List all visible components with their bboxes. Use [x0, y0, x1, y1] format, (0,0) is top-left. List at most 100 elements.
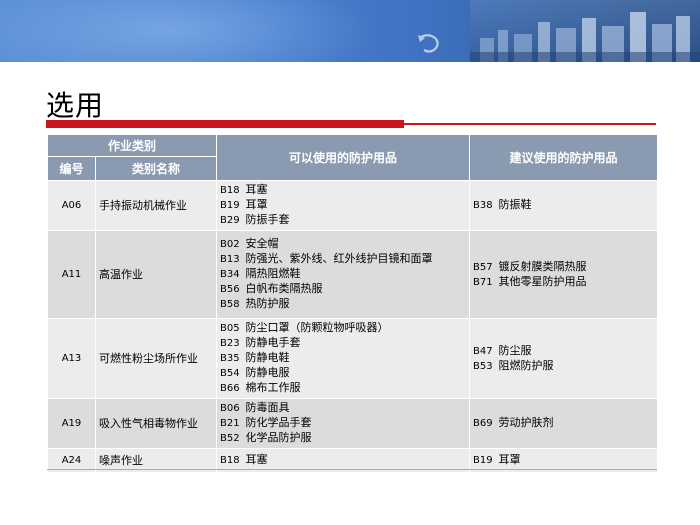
row-category-name: 手持振动机械作业	[94, 180, 218, 231]
header-job-category: 作业类别	[46, 134, 218, 157]
item-code: B29	[220, 215, 240, 226]
item-label: 防强光、紫外线、红外线护目镜和面罩	[245, 252, 433, 265]
row-category-name: 高温作业	[94, 230, 218, 319]
header-suggested: 建议使用的防护用品	[469, 134, 659, 181]
item-label: 防振鞋	[498, 198, 532, 211]
item-code: B52	[220, 433, 240, 444]
item-code: B13	[220, 254, 240, 265]
item-code: B53	[473, 360, 493, 372]
row-usable-items: B05 防尘口罩（防颗粒物呼吸器） B23 防静电手套 B35 防静电鞋 B54 防静…	[216, 318, 471, 399]
usable-item: B23 防静电手套	[220, 336, 466, 351]
header-code: 编号	[47, 156, 96, 181]
banner-glow	[0, 0, 380, 62]
item-code: B58	[220, 299, 240, 310]
item-label: 其他零星防护用品	[498, 274, 587, 288]
table-row: A13 可燃性粉尘场所作业 B05 防尘口罩（防颗粒物呼吸器） B23 防静电手套 B3…	[47, 318, 659, 399]
usable-item: B13 防强光、紫外线、红外线护目镜和面罩	[220, 252, 466, 267]
item-label: 镀反射膜类隔热服	[498, 259, 587, 273]
header-category-name: 类别名称	[94, 156, 218, 181]
row-code: A19	[47, 398, 96, 449]
item-code: B71	[473, 276, 493, 288]
usable-item: B18 耳塞	[220, 183, 466, 198]
item-code: B47	[473, 345, 493, 357]
item-code: B23	[220, 338, 240, 349]
item-label: 耳塞	[245, 453, 268, 466]
item-code: B19	[473, 455, 493, 466]
usable-item: B29 防振手套	[220, 213, 466, 228]
item-label: 阻燃防护服	[498, 358, 554, 372]
usable-item: B05 防尘口罩（防颗粒物呼吸器）	[220, 321, 466, 336]
city-skyline-image	[470, 0, 700, 62]
item-label: 防尘口罩（防颗粒物呼吸器）	[245, 321, 389, 334]
item-label: 棉布工作服	[245, 381, 301, 394]
suggested-item: B57 镀反射膜类隔热服	[473, 260, 654, 275]
suggested-item: B38 防振鞋	[473, 198, 654, 213]
protective-equipment-table: 作业类别 可以使用的防护用品 建议使用的防护用品 编号 类别名称 A06 手持振动…	[46, 134, 659, 473]
item-code: B57	[473, 261, 493, 273]
title-underline-bar	[46, 120, 404, 128]
item-label: 防静电手套	[245, 336, 301, 349]
item-label: 防尘服	[498, 343, 532, 357]
suggested-item: B19 耳罩	[473, 453, 654, 468]
usable-item: B18 耳塞	[220, 453, 466, 468]
item-code: B56	[220, 284, 240, 295]
usable-item: B06 防毒面具	[220, 401, 466, 416]
row-suggested-items: B57 镀反射膜类隔热服 B71 其他零星防护用品	[469, 230, 659, 319]
row-usable-items: B06 防毒面具 B21 防化学品手套 B52 化学品防护服	[216, 398, 471, 449]
usable-item: B02 安全帽	[220, 237, 466, 252]
item-code: B38	[473, 200, 493, 211]
item-label: 防静电鞋	[245, 351, 290, 364]
table-body: A06 手持振动机械作业 B18 耳塞 B19 耳罩 B29 防振手套 B38 防振鞋 A1…	[47, 180, 659, 473]
usable-item: B66 棉布工作服	[220, 381, 466, 396]
bottom-divider	[47, 469, 657, 470]
header-usable: 可以使用的防护用品	[216, 134, 471, 181]
suggested-item: B53 阻燃防护服	[473, 359, 654, 374]
item-label: 劳动护肤剂	[498, 416, 554, 429]
item-code: B21	[220, 418, 240, 429]
table-row: A11 高温作业 B02 安全帽 B13 防强光、紫外线、红外线护目镜和面罩 B34 隔…	[47, 230, 659, 319]
return-arrow-icon	[418, 34, 439, 53]
item-label: 耳罩	[498, 453, 521, 466]
item-code: B35	[220, 353, 240, 364]
suggested-item: B69 劳动护肤剂	[473, 416, 654, 431]
usable-item: B52 化学品防护服	[220, 431, 466, 446]
item-code: B06	[220, 403, 240, 414]
row-suggested-items: B69 劳动护肤剂	[469, 398, 659, 449]
item-label: 热防护服	[245, 297, 290, 310]
suggested-item: B71 其他零星防护用品	[473, 275, 654, 290]
usable-item: B54 防静电服	[220, 366, 466, 381]
row-suggested-items: B38 防振鞋	[469, 180, 659, 231]
item-code: B54	[220, 368, 240, 379]
item-label: 耳塞	[245, 183, 268, 196]
row-code: A06	[47, 180, 96, 231]
row-usable-items: B02 安全帽 B13 防强光、紫外线、红外线护目镜和面罩 B34 隔热阻燃鞋 B56…	[216, 230, 471, 319]
row-code: A11	[47, 230, 96, 319]
item-code: B69	[473, 418, 493, 429]
row-category-name: 吸入性气相毒物作业	[94, 398, 218, 449]
row-category-name: 可燃性粉尘场所作业	[94, 318, 218, 399]
item-code: B18	[220, 185, 240, 196]
page-title: 选用	[46, 89, 105, 122]
row-usable-items: B18 耳塞 B19 耳罩 B29 防振手套	[216, 180, 471, 231]
item-label: 防化学品手套	[245, 416, 312, 429]
usable-item: B35 防静电鞋	[220, 351, 466, 366]
item-label: 防振手套	[245, 213, 290, 226]
table-row: A06 手持振动机械作业 B18 耳塞 B19 耳罩 B29 防振手套 B38 防振鞋	[47, 180, 659, 231]
row-suggested-items: B47 防尘服 B53 阻燃防护服	[469, 318, 659, 399]
table-row: A19 吸入性气相毒物作业 B06 防毒面具 B21 防化学品手套 B52 化学品防护服…	[47, 398, 659, 449]
item-code: B02	[220, 239, 240, 250]
item-code: B34	[220, 269, 240, 280]
usable-item: B19 耳罩	[220, 198, 466, 213]
usable-item: B58 热防护服	[220, 297, 466, 312]
item-label: 安全帽	[245, 237, 279, 250]
usable-item: B56 白帆布类隔热服	[220, 282, 466, 297]
item-code: B05	[220, 323, 240, 334]
usable-item: B34 隔热阻燃鞋	[220, 267, 466, 282]
item-label: 白帆布类隔热服	[245, 282, 323, 295]
item-label: 耳罩	[245, 198, 268, 211]
item-label: 隔热阻燃鞋	[245, 267, 301, 280]
item-code: B66	[220, 383, 240, 394]
item-label: 防静电服	[245, 366, 290, 379]
item-code: B19	[220, 200, 240, 211]
title-underline-line	[404, 123, 656, 125]
